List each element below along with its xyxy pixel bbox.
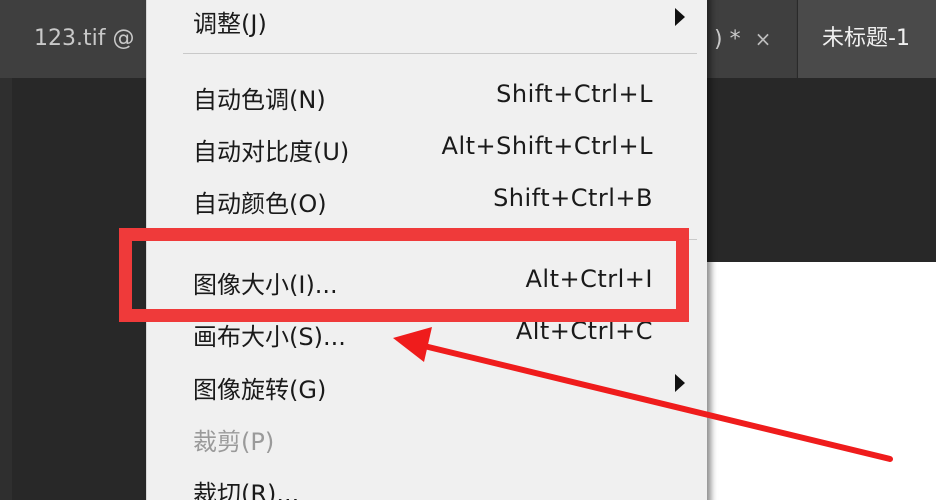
annotation-arrow-head	[393, 327, 432, 362]
annotation-arrow	[393, 327, 893, 462]
photoshop-window: 123.tif @ ) * × 未标题-1 调整(J) 自动色调(N) Shift…	[0, 0, 936, 500]
annotation-arrow-shaft	[417, 342, 893, 462]
